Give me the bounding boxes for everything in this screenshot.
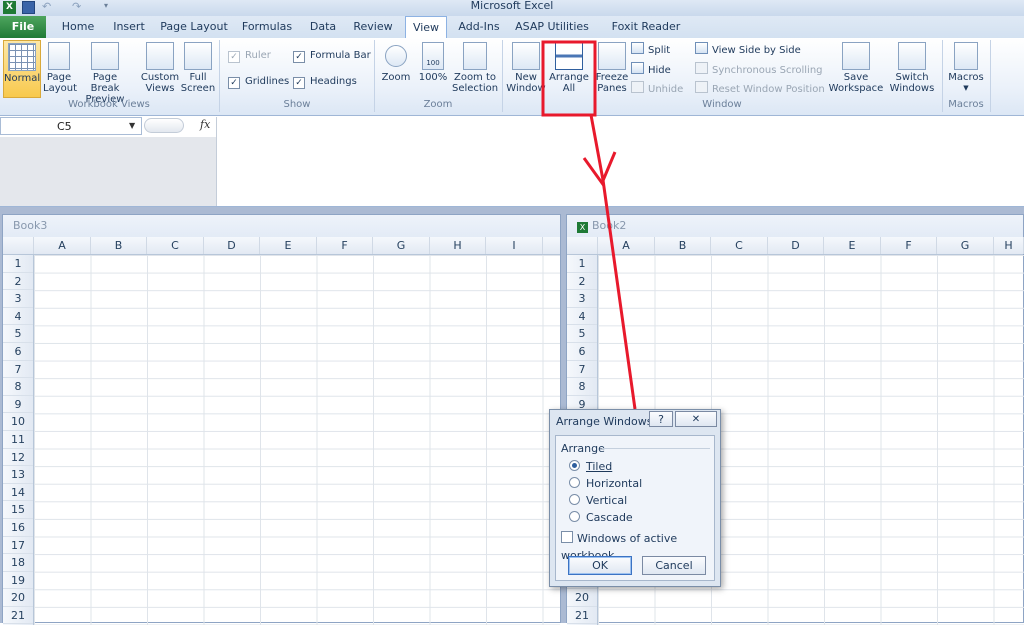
radio-tiled[interactable]: Tiled bbox=[569, 458, 612, 475]
radio-vertical[interactable]: Vertical bbox=[569, 492, 627, 509]
arrange-group-label: Arrange bbox=[561, 442, 605, 455]
radio-cascade[interactable]: Cascade bbox=[569, 509, 633, 526]
radio-icon bbox=[569, 494, 580, 505]
radio-horizontal[interactable]: Horizontal bbox=[569, 475, 642, 492]
checkbox-icon bbox=[561, 531, 573, 543]
radio-tiled-label: Tiled bbox=[586, 460, 613, 473]
radio-icon bbox=[569, 460, 580, 471]
arrange-windows-dialog: Arrange Windows ? ✕ Arrange Tiled Horizo… bbox=[549, 409, 721, 587]
ok-button[interactable]: OK bbox=[568, 556, 632, 575]
annotation-highlight-box bbox=[541, 40, 597, 117]
radio-icon bbox=[569, 511, 580, 522]
radio-horizontal-label: Horizontal bbox=[586, 477, 643, 490]
annotation-overlay bbox=[541, 40, 637, 410]
radio-icon bbox=[569, 477, 580, 488]
arrange-group-divider bbox=[602, 448, 710, 449]
active-workbook-checkbox[interactable]: Windows of active workbook bbox=[561, 530, 720, 562]
help-button[interactable]: ? bbox=[649, 411, 673, 427]
radio-cascade-label: Cascade bbox=[586, 511, 633, 524]
close-button[interactable]: ✕ bbox=[675, 411, 717, 427]
cancel-button[interactable]: Cancel bbox=[642, 556, 706, 575]
radio-vertical-label: Vertical bbox=[586, 494, 628, 507]
